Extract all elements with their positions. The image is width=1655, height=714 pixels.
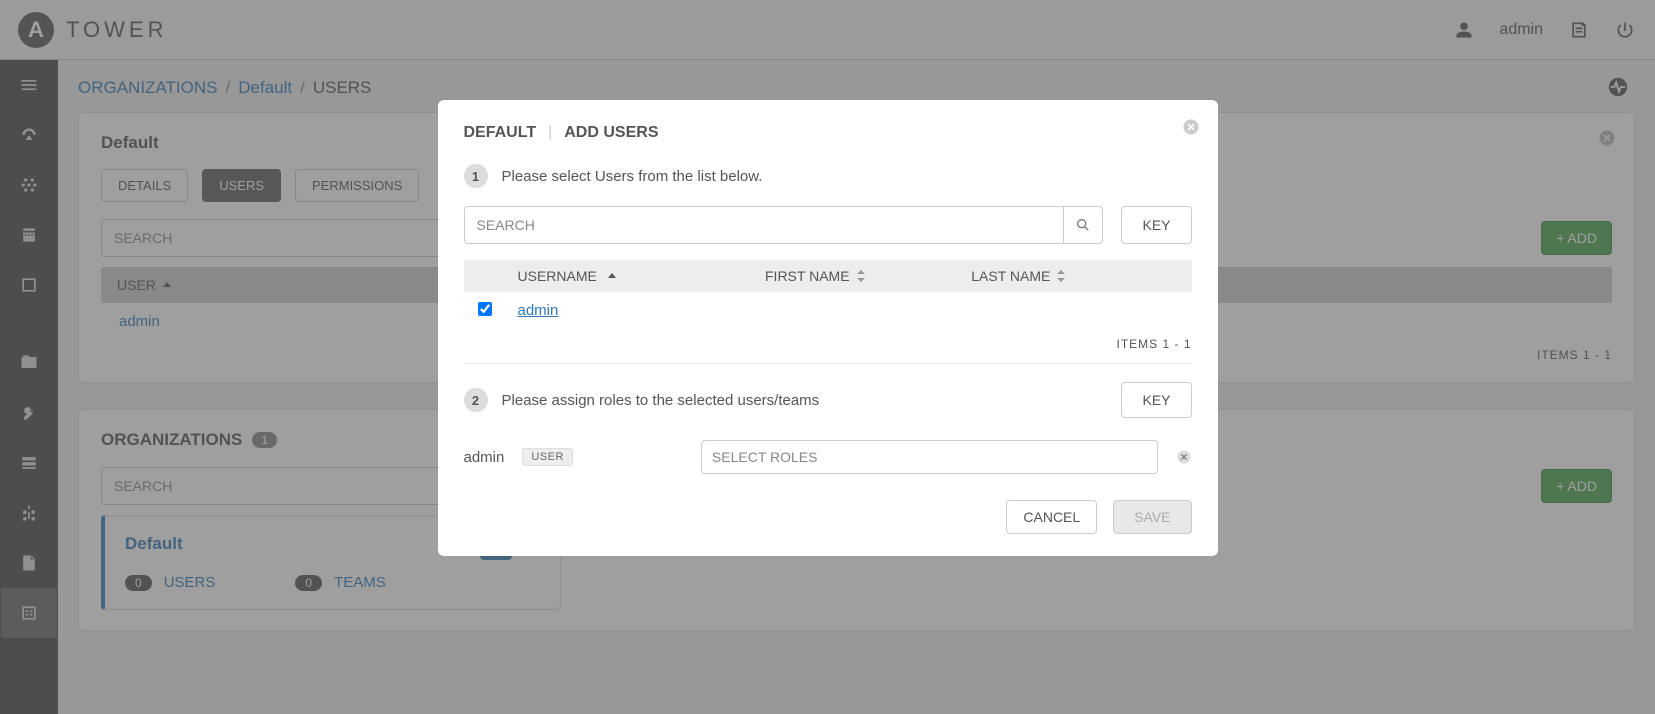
key-button[interactable]: KEY — [1121, 382, 1191, 418]
step-1-num: 1 — [464, 164, 488, 188]
column-lastname[interactable]: LAST NAME — [971, 268, 1177, 284]
sort-icon — [856, 270, 866, 282]
modal-table-header: USERNAME FIRST NAME LAST NAME — [464, 260, 1192, 292]
assign-row: admin USER — [464, 440, 1192, 474]
step-2-text: Please assign roles to the selected user… — [502, 392, 820, 409]
assign-username: admin — [464, 449, 505, 466]
sort-asc-icon — [607, 271, 617, 281]
modal-overlay: DEFAULT | ADD USERS 1 Please select User… — [0, 0, 1655, 714]
step-1: 1 Please select Users from the list belo… — [464, 164, 1192, 188]
user-link[interactable]: admin — [518, 302, 559, 319]
column-username[interactable]: USERNAME — [518, 268, 766, 284]
select-roles-input[interactable] — [701, 440, 1158, 474]
close-icon[interactable] — [1182, 118, 1200, 136]
modal-search-input[interactable] — [464, 206, 1064, 244]
user-badge: USER — [522, 448, 573, 466]
modal-title-left: DEFAULT — [464, 124, 537, 142]
step-2-num: 2 — [464, 388, 488, 412]
cancel-button[interactable]: CANCEL — [1006, 500, 1097, 534]
key-button[interactable]: KEY — [1121, 206, 1191, 244]
divider — [464, 363, 1192, 364]
modal-items-count: ITEMS 1 - 1 — [464, 337, 1192, 351]
user-checkbox[interactable] — [478, 302, 492, 316]
modal-title-right: ADD USERS — [564, 124, 658, 142]
add-users-modal: DEFAULT | ADD USERS 1 Please select User… — [438, 100, 1218, 556]
save-button[interactable]: SAVE — [1113, 500, 1191, 534]
search-button[interactable] — [1063, 206, 1103, 244]
column-firstname[interactable]: FIRST NAME — [765, 268, 971, 284]
modal-user-row: admin — [464, 292, 1192, 329]
step-1-text: Please select Users from the list below. — [502, 168, 763, 185]
remove-icon[interactable] — [1176, 449, 1192, 465]
sort-icon — [1056, 270, 1066, 282]
modal-title: DEFAULT | ADD USERS — [464, 124, 1192, 142]
